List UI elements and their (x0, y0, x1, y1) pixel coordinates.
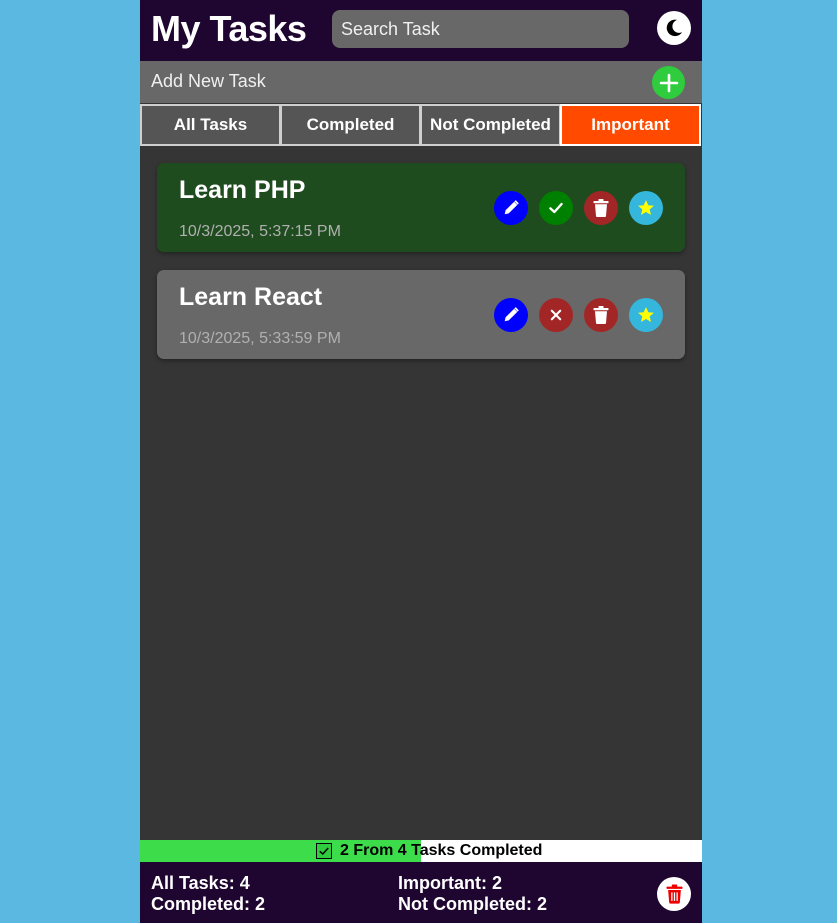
task-title: Learn React (179, 283, 323, 311)
trash-icon (593, 199, 609, 217)
delete-task-button[interactable] (584, 298, 618, 332)
tab-important[interactable]: Important (560, 104, 701, 146)
mark-complete-button[interactable] (539, 298, 573, 332)
pencil-icon (504, 307, 519, 322)
progress-label: 2 From 4 Tasks Completed (316, 842, 542, 860)
add-task-label[interactable]: Add New Task (151, 71, 266, 92)
theme-toggle-button[interactable] (657, 11, 691, 45)
edit-task-button[interactable] (494, 298, 528, 332)
stat-important: Important: 2 (398, 873, 503, 893)
check-icon (549, 202, 563, 214)
tab-all-tasks[interactable]: All Tasks (140, 104, 281, 146)
pencil-icon (504, 200, 519, 215)
task-title: Learn PHP (179, 176, 306, 204)
page-title: My Tasks (151, 8, 307, 49)
close-icon (550, 309, 562, 321)
header: My Tasks (140, 0, 702, 61)
important-toggle-button[interactable] (629, 191, 663, 225)
task-date: 10/3/2025, 5:33:59 PM (179, 330, 341, 347)
edit-task-button[interactable] (494, 191, 528, 225)
add-task-button[interactable] (652, 66, 685, 99)
app-container: My Tasks Add New Task All Tasks Complete… (140, 0, 702, 923)
clear-all-button[interactable] (657, 877, 691, 911)
task-card: Learn PHP 10/3/2025, 5:37:15 PM (157, 163, 685, 252)
stat-all-tasks: All Tasks: 4 (151, 873, 250, 893)
plus-icon (659, 73, 678, 92)
star-icon (638, 307, 654, 322)
tab-completed[interactable]: Completed (280, 104, 421, 146)
moon-icon (666, 19, 683, 37)
add-task-row: Add New Task (140, 61, 702, 103)
checkbox-icon (316, 843, 332, 859)
stat-not-completed: Not Completed: 2 (398, 894, 548, 914)
progress-bar: 2 From 4 Tasks Completed (140, 840, 702, 862)
filter-tabs: All Tasks Completed Not Completed Import… (140, 104, 702, 146)
progress-text: 2 From 4 Tasks Completed (340, 842, 543, 859)
tab-not-completed[interactable]: Not Completed (420, 104, 561, 146)
stat-completed: Completed: 2 (151, 894, 266, 914)
important-toggle-button[interactable] (629, 298, 663, 332)
mark-incomplete-button[interactable] (539, 191, 573, 225)
search-input[interactable] (332, 10, 629, 48)
delete-task-button[interactable] (584, 191, 618, 225)
trash-icon (593, 306, 609, 324)
task-date: 10/3/2025, 5:37:15 PM (179, 223, 341, 240)
star-icon (638, 200, 654, 215)
footer: All Tasks: 4 Completed: 2 Important: 2 N… (140, 862, 702, 923)
task-card: Learn React 10/3/2025, 5:33:59 PM (157, 270, 685, 359)
trash-icon (666, 884, 682, 904)
